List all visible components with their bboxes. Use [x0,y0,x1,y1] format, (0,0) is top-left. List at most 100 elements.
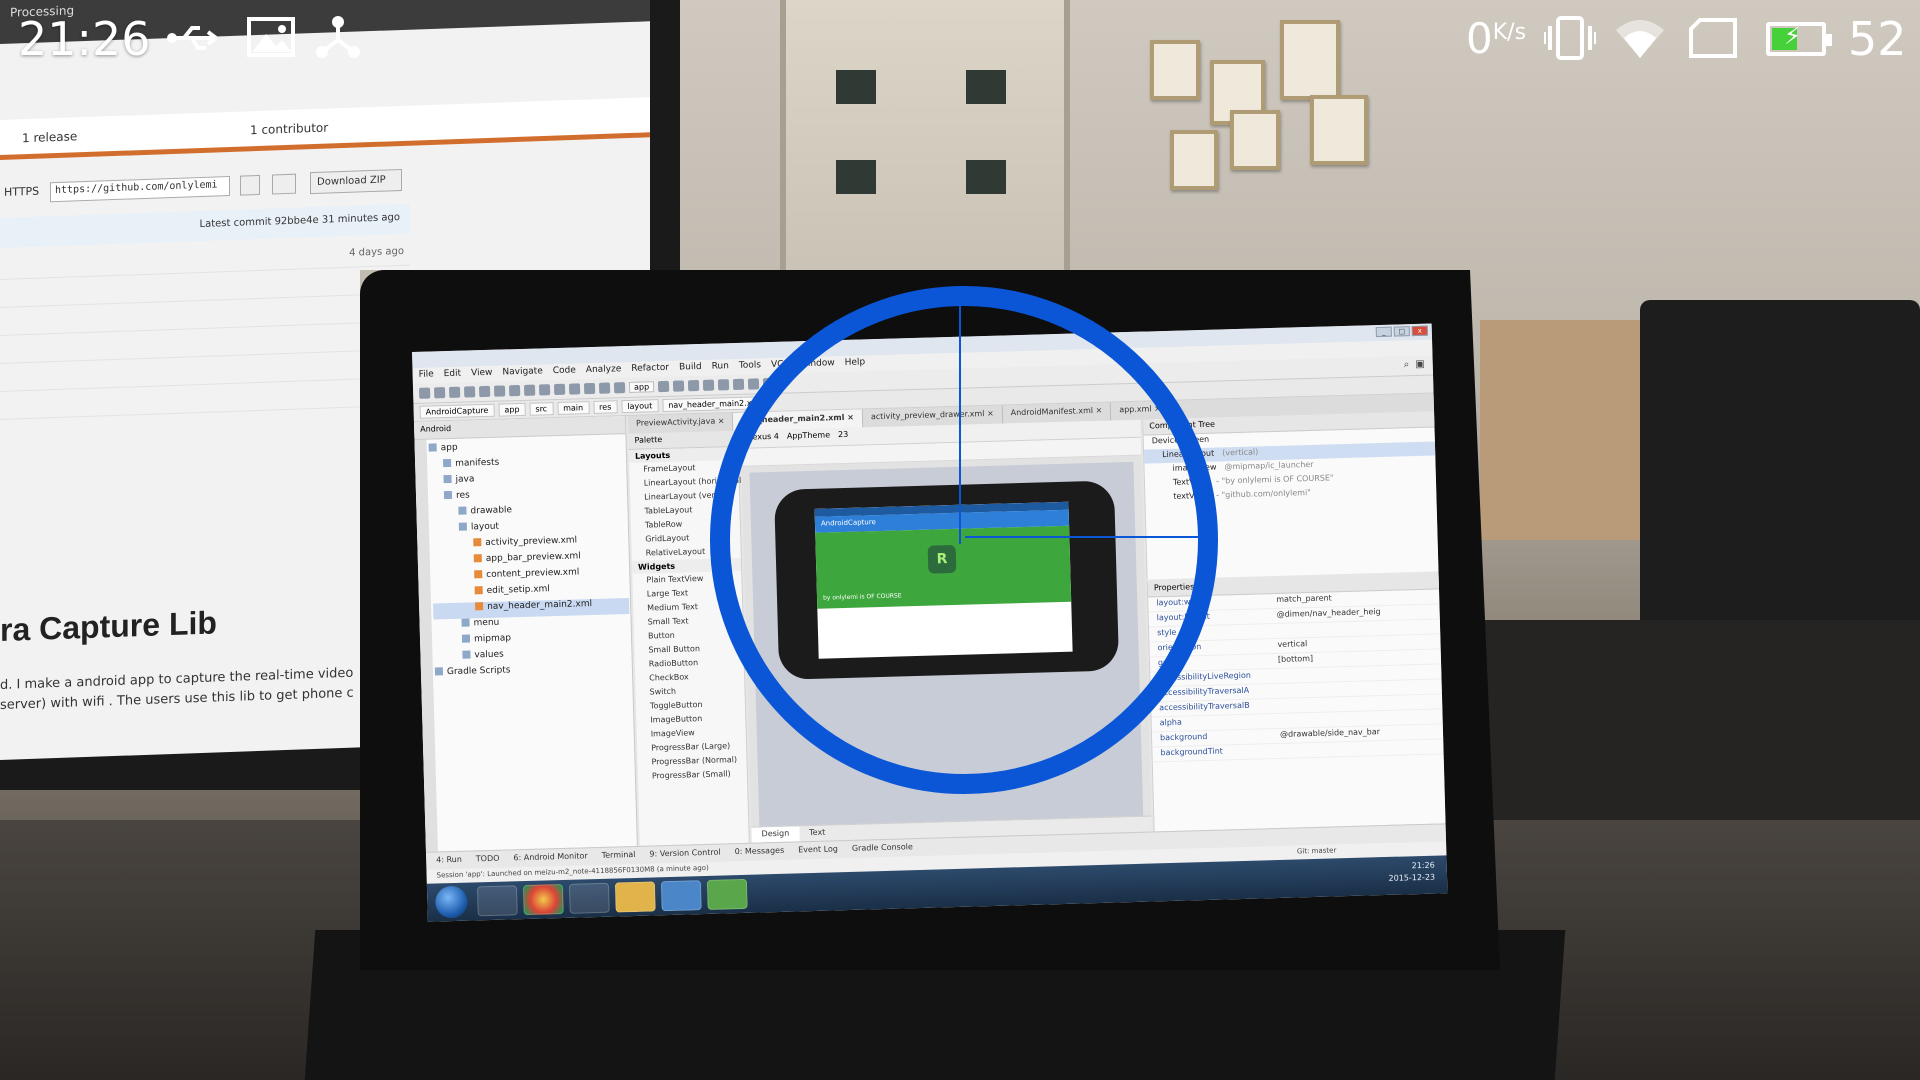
network-icon[interactable] [660,880,702,912]
crosshair-vertical [959,306,961,544]
download-zip-button[interactable]: Download ZIP [310,168,402,195]
contributors-link[interactable]: 1 contributor [250,121,328,138]
wifi-icon [1616,20,1664,58]
wall-certificate [1170,130,1218,190]
battery-level: 52 [1848,12,1907,66]
camera-viewfinder: Processing 1 release 1 contributor HTTPS… [0,0,1920,1080]
search-everywhere-icon[interactable]: ⌕ [1404,359,1410,370]
property-name: alpha [1159,717,1182,728]
toolbar-icon[interactable] [672,380,685,392]
toolbar-icon[interactable] [687,379,700,392]
git-branch[interactable]: Git: master [1297,846,1337,855]
toolbar-icon[interactable] [433,387,446,399]
component-hint: - "by onlylemi is OF COURSE" [1215,473,1334,486]
toolbar-icon[interactable] [419,387,431,399]
property-name: accessibilityTraversalA [1158,685,1250,698]
tool-window-button[interactable]: 4: Run [436,855,462,867]
property-value[interactable]: @drawable/side_nav_bar [1280,727,1380,742]
toolbar-icon[interactable] [478,385,491,398]
folder-icon[interactable] [614,881,656,913]
toolbar-icon[interactable] [732,378,745,391]
toolbar-icon[interactable] [613,382,626,394]
tray-date: 2015-12-23 [1388,872,1436,883]
toolbar-icon[interactable] [702,379,715,391]
clone-bar: HTTPS https://github.com/onlylemi Downlo… [0,157,650,210]
toolbar-icon[interactable] [747,378,760,390]
menu-item[interactable]: Refactor [631,363,669,376]
menu-item[interactable]: Analyze [586,364,622,377]
toolbar-icon[interactable] [508,384,521,397]
toolbar-icon[interactable] [583,382,596,395]
property-value[interactable]: [bottom] [1278,654,1314,667]
system-tray[interactable]: 21:26 2015-12-23 [1388,860,1435,885]
toolbar-icon[interactable] [493,385,506,397]
file-list: 4 days ago2 h2 h444 [0,237,410,452]
menu-item[interactable]: File [419,369,434,381]
toolbar-icon[interactable] [717,379,730,391]
readme-paragraph: d. I make a android app to capture the r… [0,665,354,713]
protocol-selector[interactable]: HTTPS [4,185,39,199]
tool-window-button[interactable]: 6: Android Monitor [513,851,587,864]
readme-heading: ra Capture Lib [0,604,217,648]
desktop-download-icon[interactable] [272,173,296,195]
vibrate-icon [1544,16,1596,60]
property-value[interactable]: match_parent [1276,593,1332,607]
toolbar-icon[interactable] [463,386,476,398]
breadcrumb-item[interactable]: layout [621,399,659,414]
property-value[interactable]: vertical [1277,639,1307,652]
toolbar-icon[interactable] [523,384,536,396]
property-name: background [1159,731,1208,743]
tool-window-button[interactable]: 0: Messages [735,846,785,858]
component-hint: (vertical) [1222,447,1259,458]
property-name: accessibilityTraversalB [1159,700,1250,713]
design-mode-tab[interactable]: Text [799,825,836,841]
run-config-selector[interactable]: app [628,381,655,393]
crosshair-horizontal [965,536,1198,538]
project-structure-icon[interactable]: ▣ [1415,359,1425,370]
component-hint: - "github.com/onlylemi" [1215,487,1312,500]
toolbar-icon[interactable] [657,380,670,393]
tool-window-button[interactable]: Gradle Console [852,842,913,855]
property-value[interactable]: @dimen/nav_header_heig [1277,607,1381,622]
menu-item[interactable]: Run [711,361,729,373]
toolbar-icon[interactable] [568,383,581,395]
breadcrumb-item[interactable]: AndroidCapture [419,403,495,419]
android-studio-icon[interactable] [706,878,748,910]
breadcrumb-item[interactable]: app [498,402,526,417]
menu-item[interactable]: Build [679,362,702,375]
battery-charging-icon: ⚡ [1766,22,1832,56]
tool-window-button[interactable]: 9: Version Control [649,848,720,861]
menu-item[interactable]: Navigate [502,366,543,379]
design-mode-tab[interactable]: Design [751,826,800,843]
menu-item[interactable]: Edit [444,369,462,381]
breadcrumb-item[interactable]: src [529,402,554,416]
start-button[interactable] [434,885,468,919]
tool-window-button[interactable]: TODO [476,854,500,866]
tool-window-button[interactable]: Terminal [602,850,636,862]
toolbar-icon[interactable] [598,382,611,394]
clone-url-field[interactable]: https://github.com/onlylemi [50,175,230,203]
taskbar-app-icon[interactable] [476,885,518,917]
copy-icon[interactable] [240,174,260,196]
releases-link[interactable]: 1 release [22,129,77,145]
palette-item[interactable]: ProgressBar (Small) [638,767,747,784]
menu-item[interactable]: Tools [739,360,761,373]
minimize-button[interactable]: _ [1375,326,1392,338]
maximize-button[interactable]: □ [1393,326,1410,337]
menu-item[interactable]: View [471,368,493,381]
menu-item[interactable]: Code [553,365,576,378]
clock: 21:26 [18,12,151,66]
net-speed: 0K/s [1466,14,1526,63]
toolbar-icon[interactable] [538,384,551,396]
tool-window-button[interactable]: Event Log [798,844,838,856]
repo-stats-strip: 1 release 1 contributor [0,97,650,160]
toolbar-icon[interactable] [448,386,461,398]
taskbar-app-icon[interactable] [568,882,610,914]
close-button[interactable]: x [1411,325,1428,337]
breadcrumb-item[interactable]: main [556,401,590,415]
focus-ring[interactable] [710,286,1218,794]
chrome-icon[interactable] [522,883,564,916]
toolbar-icon[interactable] [553,383,566,396]
breadcrumb-item[interactable]: res [592,400,618,414]
project-tree: app manifests java res drawable layout activit… [429,438,632,683]
